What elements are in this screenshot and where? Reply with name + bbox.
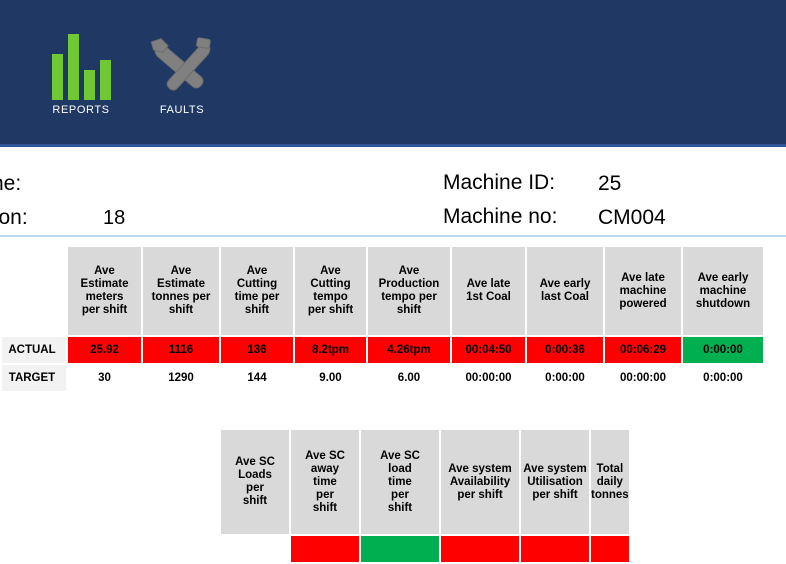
bar-chart-icon [26, 26, 136, 100]
bottom-metrics-table: Ave SC Loads per shift Ave SC away time per shif… [149, 428, 631, 564]
column-header-7: Ave early last Coal [525, 245, 605, 337]
row-label-actual: ACTUAL [0, 335, 68, 365]
tools-icon [127, 26, 237, 100]
bottom-actual-cell-2 [289, 534, 361, 564]
bottom-column-header-4: Ave system Availability per shift [439, 428, 521, 536]
header-corner-cell [0, 245, 68, 337]
bottom-actual-cell-6 [589, 534, 631, 564]
actual-cell-6: 00:04:50 [450, 335, 527, 365]
actual-cell-4: 8.2tpm [293, 335, 368, 365]
column-header-8: Ave late machine powered [603, 245, 683, 337]
column-header-1: Ave Estimate meters per shift [66, 245, 143, 337]
bottom-column-header-3: Ave SC load time per shift [359, 428, 441, 536]
bottom-actual-cell-4 [439, 534, 521, 564]
position-value: 18 [103, 207, 126, 229]
actual-cell-8: 00:06:29 [603, 335, 683, 365]
top-table-target-row: TARGET 30 1290 144 9.00 6.00 00:00:00 0:00:00 0… [0, 363, 765, 393]
machine-id-label: Machine ID: [443, 171, 556, 194]
top-metrics-table-wrapper: Ave Estimate meters per shift Ave Estimate ton… [0, 245, 765, 393]
actual-cell-5: 4.26tpm [366, 335, 452, 365]
target-cell-8: 00:00:00 [603, 363, 683, 393]
bottom-row-leading-cell [149, 534, 221, 564]
bottom-metrics-table-wrapper: Ave SC Loads per shift Ave SC away time per shif… [149, 428, 631, 564]
nav-item-faults-label: FAULTS [159, 104, 205, 116]
machine-info-header: ne: tion: 18 Machine ID: 25 Machine no: … [0, 150, 786, 237]
nav-item-reports-label: REPORTS [52, 104, 110, 116]
actual-cell-3: 136 [219, 335, 295, 365]
bottom-actual-cell-3 [359, 534, 441, 564]
bottom-column-header-1: Ave SC Loads per shift [219, 428, 291, 536]
column-header-4: Ave Cutting tempo per shift [293, 245, 368, 337]
bottom-actual-cell-1 [219, 534, 291, 564]
column-header-3: Ave Cutting time per shift [219, 245, 295, 337]
target-cell-4: 9.00 [293, 363, 368, 393]
machine-no-value: CM004 [598, 206, 666, 229]
target-cell-9: 0:00:00 [681, 363, 765, 393]
application-root: REPORTS FAULTS e: on: 18 Machine ID: 25 … [0, 0, 786, 564]
column-header-6: Ave late 1st Coal [450, 245, 527, 337]
top-table-actual-row: ACTUAL 25.92 1116 136 8.2tpm 4.26tpm 00:04:50… [0, 335, 765, 365]
bottom-actual-cell-5 [519, 534, 591, 564]
actual-cell-9: 0:00:00 [681, 335, 765, 365]
row-label-target: TARGET [0, 363, 68, 393]
actual-cell-1: 25.92 [66, 335, 143, 365]
target-cell-7: 0:00:00 [525, 363, 605, 393]
target-cell-5: 6.00 [366, 363, 452, 393]
bottom-column-header-6: Total daily tonnes [589, 428, 631, 536]
bottom-header-leading-cell [149, 428, 221, 536]
target-cell-6: 00:00:00 [450, 363, 527, 393]
top-metrics-table: Ave Estimate meters per shift Ave Estimate ton… [0, 245, 765, 393]
bottom-column-header-5: Ave system Utilisation per shift [519, 428, 591, 536]
actual-cell-2: 1116 [141, 335, 221, 365]
column-header-5: Ave Production tempo per shift [366, 245, 452, 337]
bottom-table-header-row: Ave SC Loads per shift Ave SC away time per shif… [149, 428, 631, 536]
bottom-table-actual-row [149, 534, 631, 564]
top-table-header-row: Ave Estimate meters per shift Ave Estimate ton… [0, 245, 765, 337]
position-label: tion: [0, 206, 28, 229]
target-cell-2: 1290 [141, 363, 221, 393]
name-label: ne: [0, 172, 22, 195]
bottom-column-header-2: Ave SC away time per shift [289, 428, 361, 536]
target-cell-1: 30 [66, 363, 143, 393]
column-header-2: Ave Estimate tonnes per shift [141, 245, 221, 337]
column-header-9: Ave early machine shutdown [681, 245, 765, 337]
nav-item-faults[interactable]: FAULTS [127, 26, 237, 116]
target-cell-3: 144 [219, 363, 295, 393]
top-navigation-bar: REPORTS FAULTS [0, 0, 786, 147]
machine-no-label: Machine no: [443, 205, 558, 228]
machine-id-value: 25 [598, 172, 622, 195]
nav-item-reports[interactable]: REPORTS [26, 26, 136, 116]
actual-cell-7: 0:00:36 [525, 335, 605, 365]
